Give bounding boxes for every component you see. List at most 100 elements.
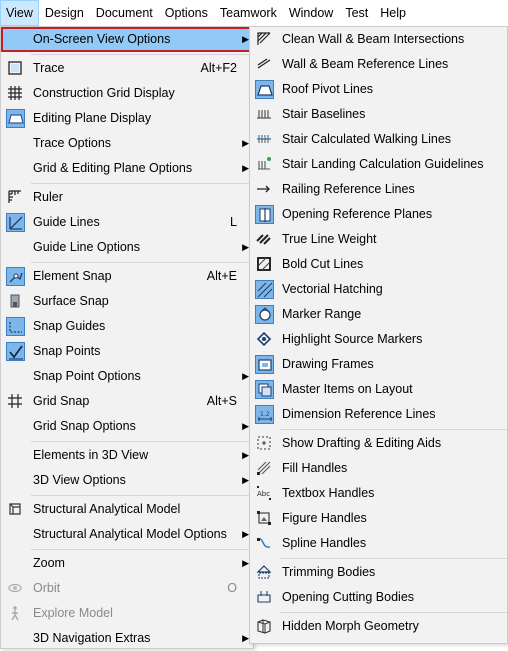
menu-item-label: Editing Plane Display (33, 111, 152, 125)
grid-icon (6, 84, 25, 103)
menu-item-guide-line-options[interactable]: Guide Line Options ▶ (1, 235, 253, 260)
submenu-item-figure-handles[interactable]: Figure Handles (250, 506, 507, 531)
submenu-item-opening-cutting-bodies[interactable]: Opening Cutting Bodies (250, 585, 507, 610)
menu-item-structural-analytical-model[interactable]: Structural Analytical Model (1, 497, 253, 522)
submenu-arrow-icon: ▶ (242, 138, 249, 148)
menu-item-label: Dimension Reference Lines (282, 407, 436, 421)
menu-item-label: Structural Analytical Model (33, 502, 181, 516)
menu-item-zoom[interactable]: Zoom ▶ (1, 551, 253, 576)
shortcut-label: Alt+S (206, 394, 237, 408)
menu-item-label: Stair Landing Calculation Guidelines (282, 157, 484, 171)
menu-item-label: Show Drafting & Editing Aids (282, 436, 442, 450)
stair-landing-icon (255, 155, 274, 174)
menu-item-guide-lines[interactable]: Guide Lines L (1, 210, 253, 235)
menu-item-label: Grid Snap Options (33, 419, 136, 433)
menu-item-label: Figure Handles (282, 511, 367, 525)
reference-line-icon (255, 55, 274, 74)
submenu-item-show-drafting-aids[interactable]: Show Drafting & Editing Aids (250, 431, 507, 456)
submenu-item-railing-reference-lines[interactable]: Railing Reference Lines (250, 177, 507, 202)
submenu-item-spline-handles[interactable]: Spline Handles (250, 531, 507, 556)
menu-teamwork[interactable]: Teamwork (214, 0, 283, 26)
menu-item-snap-points[interactable]: Snap Points (1, 339, 253, 364)
menu-bar: View Design Document Options Teamwork Wi… (0, 0, 508, 26)
menu-item-elements-in-3d-view[interactable]: Elements in 3D View ▶ (1, 443, 253, 468)
submenu-item-roof-pivot-lines[interactable]: Roof Pivot Lines (250, 77, 507, 102)
submenu-item-bold-cut-lines[interactable]: Bold Cut Lines (250, 252, 507, 277)
roof-pivot-icon (255, 80, 274, 99)
menu-item-3d-view-options[interactable]: 3D View Options ▶ (1, 468, 253, 493)
menu-item-label: Ruler (33, 190, 63, 204)
menu-item-construction-grid-display[interactable]: Construction Grid Display (1, 81, 253, 106)
menu-item-explore-model: Explore Model (1, 601, 253, 626)
submenu-item-stair-walking-lines[interactable]: Stair Calculated Walking Lines (250, 127, 507, 152)
menu-item-label: Bold Cut Lines (282, 257, 364, 271)
submenu-item-hidden-morph-geometry[interactable]: Hidden Morph Geometry (250, 614, 507, 639)
menu-item-label: Construction Grid Display (33, 86, 175, 100)
menu-item-grid-editing-plane-options[interactable]: Grid & Editing Plane Options ▶ (1, 156, 253, 181)
submenu-item-marker-range[interactable]: Marker Range (250, 302, 507, 327)
master-layout-icon (255, 380, 274, 399)
submenu-item-dimension-reference-lines[interactable]: 1.2 Dimension Reference Lines (250, 402, 507, 427)
menu-item-label: Textbox Handles (282, 486, 375, 500)
menu-item-element-snap[interactable]: Element Snap Alt+E (1, 264, 253, 289)
figure-handles-icon (255, 509, 274, 528)
drafting-aids-icon (255, 434, 274, 453)
menu-item-label: Clean Wall & Beam Intersections (282, 32, 465, 46)
spline-handles-icon (255, 534, 274, 553)
menu-item-label: Trace (33, 61, 65, 75)
menu-item-label: Railing Reference Lines (282, 182, 415, 196)
menu-options[interactable]: Options (159, 0, 214, 26)
submenu-arrow-icon: ▶ (242, 475, 249, 485)
surface-snap-icon (6, 292, 25, 311)
submenu-item-opening-reference-planes[interactable]: Opening Reference Planes (250, 202, 507, 227)
menu-item-surface-snap[interactable]: Surface Snap (1, 289, 253, 314)
submenu-item-trimming-bodies[interactable]: Trimming Bodies (250, 560, 507, 585)
submenu-item-highlight-source-markers[interactable]: Highlight Source Markers (250, 327, 507, 352)
menu-item-grid-snap-options[interactable]: Grid Snap Options ▶ (1, 414, 253, 439)
view-menu-dropdown: On-Screen View Options ▶ Trace Alt+F2 Co… (0, 26, 254, 649)
menu-item-label: Opening Cutting Bodies (282, 590, 415, 604)
submenu-item-textbox-handles[interactable]: Abc Textbox Handles (250, 481, 507, 506)
line-weight-icon (255, 230, 274, 249)
menu-item-label: Drawing Frames (282, 357, 374, 371)
menu-item-trace[interactable]: Trace Alt+F2 (1, 56, 253, 81)
menu-item-on-screen-view-options[interactable]: On-Screen View Options ▶ (1, 27, 253, 52)
trace-icon (6, 59, 25, 78)
submenu-item-true-line-weight[interactable]: True Line Weight (250, 227, 507, 252)
menu-design[interactable]: Design (39, 0, 90, 26)
menu-item-trace-options[interactable]: Trace Options ▶ (1, 131, 253, 156)
menu-item-orbit: Orbit O (1, 576, 253, 601)
submenu-item-drawing-frames[interactable]: Drawing Frames (250, 352, 507, 377)
menu-item-3d-navigation-extras[interactable]: 3D Navigation Extras ▶ (1, 626, 253, 651)
submenu-item-fill-handles[interactable]: Fill Handles (250, 456, 507, 481)
menu-separator (31, 262, 253, 263)
menu-item-label: Wall & Beam Reference Lines (282, 57, 449, 71)
submenu-item-master-items-on-layout[interactable]: Master Items on Layout (250, 377, 507, 402)
menu-view[interactable]: View (0, 0, 39, 26)
menu-item-label: Guide Lines (33, 215, 100, 229)
menu-item-structural-analytical-model-options[interactable]: Structural Analytical Model Options ▶ (1, 522, 253, 547)
menu-item-label: True Line Weight (282, 232, 377, 246)
menu-window[interactable]: Window (283, 0, 339, 26)
menu-help[interactable]: Help (374, 0, 412, 26)
submenu-item-stair-landing-guidelines[interactable]: Stair Landing Calculation Guidelines (250, 152, 507, 177)
menu-item-label: Roof Pivot Lines (282, 82, 374, 96)
menu-document[interactable]: Document (90, 0, 159, 26)
menu-item-snap-guides[interactable]: Snap Guides (1, 314, 253, 339)
menu-item-label: Trimming Bodies (282, 565, 376, 579)
submenu-item-stair-baselines[interactable]: Stair Baselines (250, 102, 507, 127)
structural-model-icon (6, 500, 25, 519)
menu-item-label: Guide Line Options (33, 240, 141, 254)
submenu-item-vectorial-hatching[interactable]: Vectorial Hatching (250, 277, 507, 302)
menu-item-label: Stair Calculated Walking Lines (282, 132, 452, 146)
submenu-item-clean-intersections[interactable]: Clean Wall & Beam Intersections (250, 27, 507, 52)
menu-item-grid-snap[interactable]: Grid Snap Alt+S (1, 389, 253, 414)
textbox-handles-icon: Abc (255, 484, 274, 503)
menu-item-label: Stair Baselines (282, 107, 366, 121)
submenu-item-wall-beam-reference-lines[interactable]: Wall & Beam Reference Lines (250, 52, 507, 77)
menu-test[interactable]: Test (339, 0, 374, 26)
menu-item-ruler[interactable]: Ruler (1, 185, 253, 210)
menu-item-editing-plane-display[interactable]: Editing Plane Display (1, 106, 253, 131)
menu-item-snap-point-options[interactable]: Snap Point Options ▶ (1, 364, 253, 389)
railing-reference-icon (255, 180, 274, 199)
